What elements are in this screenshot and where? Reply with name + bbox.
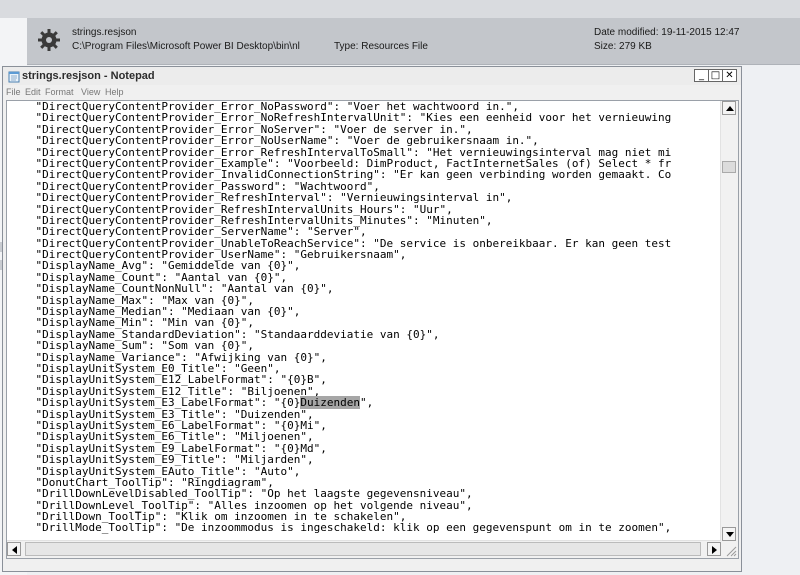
menu-edit[interactable]: Edit [25, 87, 41, 97]
editor-line: "DrillMode_ToolTip": "De inzoommodus is … [9, 521, 672, 535]
menu-format[interactable]: Format [45, 87, 74, 97]
scroll-up-button[interactable] [722, 101, 736, 115]
resize-grip[interactable] [721, 541, 738, 558]
notepad-window: strings.resjson - Notepad _ □ ✕ File Edi… [2, 66, 742, 572]
scroll-down-button[interactable] [722, 527, 736, 541]
minimize-button[interactable]: _ [694, 69, 709, 82]
arrow-left-icon [12, 546, 17, 554]
menu-help[interactable]: Help [105, 87, 124, 97]
editor-line: "DisplayName_Sum": "Som van {0}", [9, 339, 255, 353]
arrow-right-icon [712, 546, 717, 554]
horizontal-scrollbar[interactable] [7, 540, 721, 558]
menu-view[interactable]: View [81, 87, 100, 97]
editor-line: "DirectQueryContentProvider_RefreshInter… [9, 191, 513, 205]
window-title: strings.resjson - Notepad [22, 70, 155, 82]
editor-line: "DisplayUnitSystem_E6_Title": "Miljoenen… [9, 430, 314, 444]
file-path: C:\Program Files\Microsoft Power BI Desk… [72, 41, 300, 52]
file-size: Size: 279 KB [594, 41, 652, 52]
maximize-button[interactable]: □ [708, 69, 723, 82]
editor-line: "DirectQueryContentProvider_ServerName":… [9, 225, 367, 239]
file-name: strings.resjson [72, 27, 137, 38]
file-details-bar: strings.resjson C:\Program Files\Microso… [27, 18, 800, 65]
editor-line: "DrillDownLevelDisabled_ToolTip": "Op he… [9, 487, 473, 501]
editor-line: "DisplayUnitSystem_E9_Title": "Miljarden… [9, 453, 314, 467]
close-button[interactable]: ✕ [722, 69, 737, 82]
vertical-scroll-thumb[interactable] [722, 161, 736, 173]
vertical-scrollbar[interactable] [720, 101, 738, 541]
arrow-down-icon [726, 532, 734, 537]
title-bar[interactable]: strings.resjson - Notepad _ □ ✕ [3, 67, 741, 85]
editor-line: "DirectQueryContentProvider_Error_NoUser… [9, 134, 539, 148]
scroll-right-button[interactable] [707, 542, 721, 556]
file-type: Type: Resources File [334, 41, 428, 52]
editor-line: "DisplayName_CountNonNull": "Aantal van … [9, 282, 334, 296]
editor-line: "DisplayUnitSystem_E3_LabelFormat": "{0}… [9, 396, 374, 410]
explorer-top-strip [0, 0, 800, 18]
gear-file-icon [37, 28, 61, 52]
menu-bar: File Edit Format View Help [3, 85, 741, 100]
horizontal-scroll-thumb[interactable] [25, 542, 701, 556]
scroll-left-button[interactable] [7, 542, 21, 556]
notepad-icon [8, 70, 20, 83]
text-editor[interactable]: "DirectQueryContentProvider_Error_NoPass… [6, 100, 739, 559]
file-date-modified: Date modified: 19-11-2015 12:47 [594, 27, 740, 38]
arrow-up-icon [726, 106, 734, 111]
menu-file[interactable]: File [6, 87, 21, 97]
editor-text-area[interactable]: "DirectQueryContentProvider_Error_NoPass… [7, 101, 717, 541]
window-controls: _ □ ✕ [694, 69, 737, 83]
